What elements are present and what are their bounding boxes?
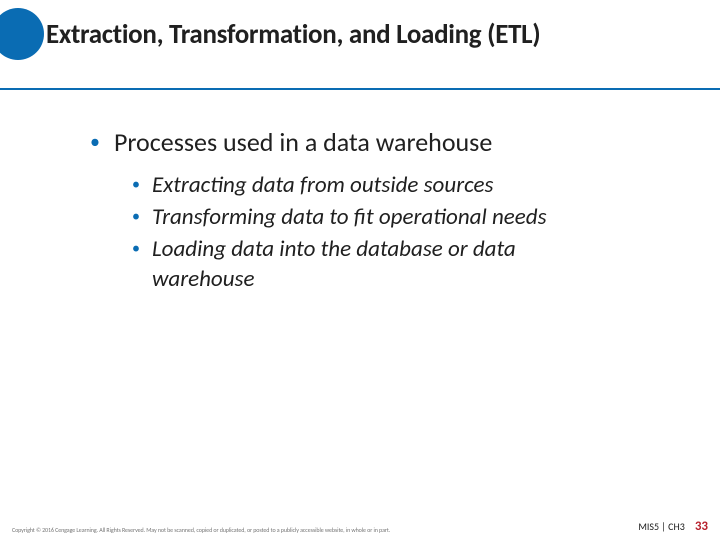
course-label: MIS5 | CH3 <box>638 520 685 533</box>
accent-circle <box>0 8 44 60</box>
sub-bullet-text: Loading data into the database or data w… <box>152 234 612 294</box>
sub-bullet-text: Transforming data to fit operational nee… <box>152 202 547 232</box>
sub-bullet: • Transforming data to fit operational n… <box>132 202 680 232</box>
sub-bullet-text: Extracting data from outside sources <box>152 170 493 200</box>
bullet-dot: • <box>90 126 100 158</box>
footer: Copyright © 2016 Cengage Learning. All R… <box>0 519 720 534</box>
page-info: MIS5 | CH3 33 <box>638 519 708 534</box>
sub-bullet-list: • Extracting data from outside sources •… <box>90 168 680 294</box>
bullet-dot: • <box>132 202 140 232</box>
bullet-main-text: Processes used in a data warehouse <box>114 126 492 158</box>
bullet-dot: • <box>132 170 140 200</box>
sub-bullet: • Loading data into the database or data… <box>132 234 680 294</box>
sub-bullet: • Extracting data from outside sources <box>132 170 680 200</box>
bullet-dot: • <box>132 234 140 264</box>
slide-body: • Processes used in a data warehouse • E… <box>0 90 720 294</box>
bullet-main: • Processes used in a data warehouse <box>90 126 680 158</box>
copyright-text: Copyright © 2016 Cengage Learning. All R… <box>12 526 390 534</box>
page-number: 33 <box>695 519 708 534</box>
slide-title: Extraction, Transformation, and Loading … <box>46 18 540 51</box>
